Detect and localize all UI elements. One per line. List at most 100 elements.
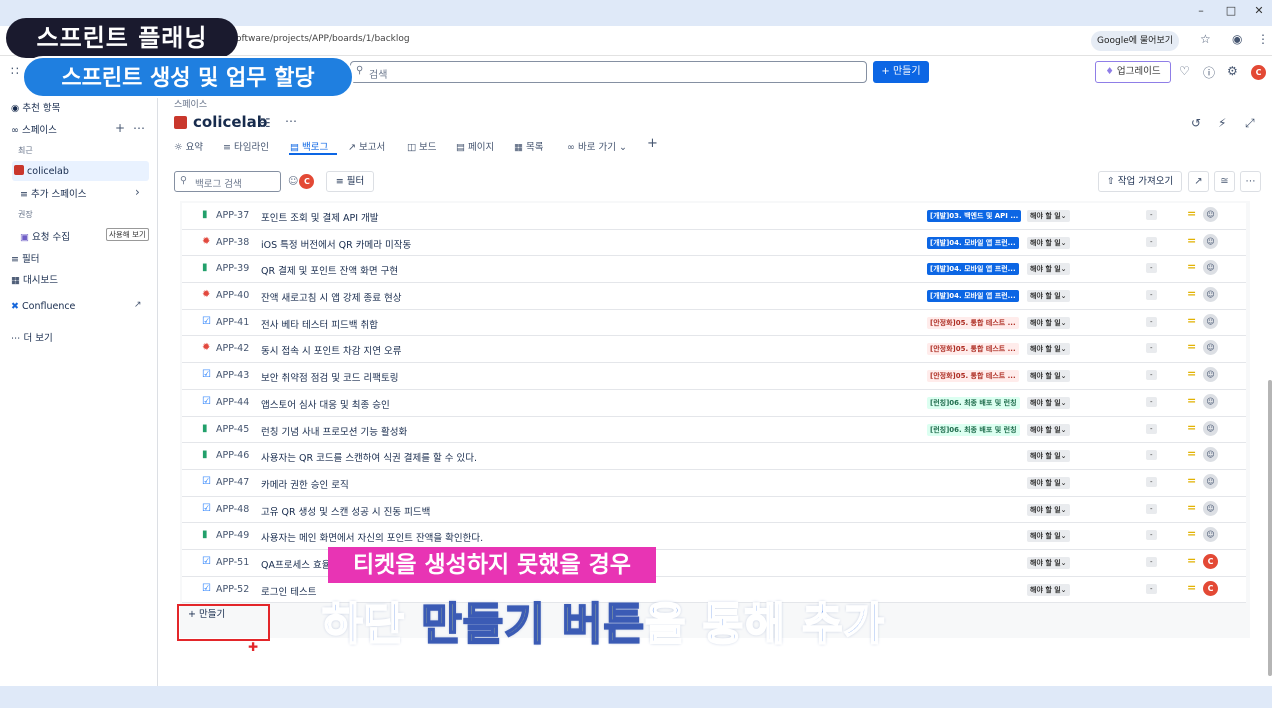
- priority-medium-icon[interactable]: =: [1187, 234, 1196, 247]
- table-row[interactable]: ▮ APP-45 런칭 기념 사내 프로모션 기능 활성화 [런칭]06. 최종 배포…: [182, 416, 1246, 444]
- story-points[interactable]: -: [1146, 583, 1157, 594]
- table-row[interactable]: ✹ APP-38 iOS 특정 버전에서 QR 카메라 미작동 [개발]04. 모바일…: [182, 229, 1246, 257]
- maximize-icon[interactable]: □: [1220, 4, 1242, 17]
- issue-summary[interactable]: 포인트 조회 및 결제 API 개발: [261, 210, 379, 224]
- more-options-button[interactable]: ⋯: [1240, 171, 1261, 192]
- epic-lozenge[interactable]: [개발]04. 모바일 앱 프런...: [927, 263, 1019, 276]
- story-points[interactable]: -: [1146, 290, 1157, 301]
- unassigned-user-icon[interactable]: ☺: [1203, 233, 1218, 249]
- unassigned-user-icon[interactable]: ☺: [1203, 527, 1218, 543]
- unassigned-user-icon[interactable]: ☺: [1203, 473, 1218, 489]
- epic-lozenge[interactable]: [개발]04. 모바일 앱 프런...: [927, 290, 1019, 303]
- status-dropdown[interactable]: 해야 할 일⌄: [1027, 583, 1070, 596]
- unassigned-user-icon[interactable]: ☺: [1203, 207, 1218, 222]
- issue-key[interactable]: APP-44: [216, 397, 249, 408]
- project-more-icon[interactable]: ⋯: [285, 114, 297, 128]
- issue-key[interactable]: APP-51: [216, 557, 249, 568]
- story-points[interactable]: -: [1146, 236, 1157, 247]
- table-row[interactable]: ▮ APP-46 사용자는 QR 코드를 스캔하여 식권 결제를 할 수 있다. 해야…: [182, 443, 1246, 470]
- story-points[interactable]: -: [1146, 210, 1157, 220]
- help-icon[interactable]: ⓘ: [1203, 64, 1215, 81]
- tab-summary[interactable]: ☼ 요약: [174, 139, 203, 153]
- issue-key[interactable]: APP-52: [216, 584, 249, 595]
- minimize-icon[interactable]: –: [1190, 4, 1212, 17]
- import-work-button[interactable]: ⇧ 작업 가져오기: [1098, 171, 1182, 192]
- upgrade-button[interactable]: ♦ 업그레이드: [1095, 61, 1171, 83]
- epic-lozenge[interactable]: [런칭]06. 최종 배포 및 런칭: [927, 423, 1020, 436]
- assignee-avatar[interactable]: C: [1203, 580, 1218, 596]
- issue-summary[interactable]: QA프로세스 효율: [261, 557, 330, 571]
- assignee-avatar[interactable]: C: [1203, 553, 1218, 569]
- epic-lozenge[interactable]: [안정화]05. 통합 테스트 ...: [927, 370, 1019, 383]
- settings-gear-icon[interactable]: ⚙: [1227, 64, 1238, 78]
- issue-key[interactable]: APP-42: [216, 343, 249, 354]
- priority-medium-icon[interactable]: =: [1187, 367, 1196, 380]
- chevron-right-icon[interactable]: ›: [135, 185, 140, 199]
- status-dropdown[interactable]: 해야 할 일⌄: [1027, 396, 1070, 409]
- story-points[interactable]: -: [1146, 556, 1157, 567]
- story-points[interactable]: -: [1146, 423, 1157, 434]
- status-dropdown[interactable]: 해야 할 일⌄: [1027, 236, 1070, 249]
- issue-summary[interactable]: 잔액 새로고침 시 앱 강제 종료 현상: [261, 290, 401, 304]
- sidebar-item-more[interactable]: ⋯ 더 보기: [11, 330, 53, 344]
- add-tab-icon[interactable]: +: [647, 136, 658, 151]
- table-row[interactable]: ▮ APP-39 QR 결제 및 포인트 잔액 화면 구현 [개발]04. 모바일 앱…: [182, 256, 1246, 284]
- status-dropdown[interactable]: 해야 할 일⌄: [1027, 450, 1070, 463]
- status-dropdown[interactable]: 해야 할 일⌄: [1027, 370, 1070, 383]
- status-dropdown[interactable]: 해야 할 일⌄: [1027, 530, 1070, 543]
- tab-list[interactable]: ▦ 목록: [514, 139, 544, 153]
- table-row[interactable]: ✹ APP-42 동시 접속 시 포인트 차감 지연 오류 [안정화]05. 통합 테…: [182, 336, 1246, 364]
- unassigned-user-icon[interactable]: ☺: [1203, 420, 1218, 436]
- story-points[interactable]: -: [1146, 263, 1157, 274]
- issue-summary[interactable]: 사용자는 QR 코드를 스캔하여 식권 결제를 할 수 있다.: [261, 450, 477, 464]
- more-actions-icon[interactable]: ⋯: [133, 121, 145, 135]
- priority-medium-icon[interactable]: =: [1187, 581, 1196, 594]
- table-row[interactable]: ☑ APP-48 고유 QR 생성 및 스캔 성공 시 진동 피드백 해야 할 일⌄ -…: [182, 496, 1246, 524]
- priority-medium-icon[interactable]: =: [1187, 501, 1196, 514]
- issue-summary[interactable]: 고유 QR 생성 및 스캔 성공 시 진동 피드백: [261, 504, 430, 518]
- view-settings-button[interactable]: ≅: [1214, 171, 1235, 192]
- table-row[interactable]: ☑ APP-44 앱스토어 심사 대응 및 최종 승인 [런칭]06. 최종 배포 및…: [182, 389, 1246, 417]
- priority-medium-icon[interactable]: =: [1187, 447, 1196, 460]
- url-text[interactable]: oftware/projects/APP/boards/1/backlog: [236, 34, 410, 44]
- priority-medium-icon[interactable]: =: [1187, 421, 1196, 434]
- issue-summary[interactable]: QR 결제 및 포인트 잔액 화면 구현: [261, 263, 398, 277]
- tab-timeline[interactable]: ≡ 타임라인: [223, 139, 269, 153]
- table-row[interactable]: ☑ APP-47 카메라 권한 승인 로직 해야 할 일⌄ - = ☺: [182, 469, 1246, 497]
- issue-key[interactable]: APP-45: [216, 424, 249, 435]
- backlog-search-input[interactable]: ⚲ 백로그 검색: [174, 171, 281, 192]
- user-avatar[interactable]: C: [1251, 65, 1266, 80]
- epic-lozenge[interactable]: [개발]04. 모바일 앱 프런...: [927, 236, 1019, 249]
- priority-medium-icon[interactable]: =: [1187, 287, 1196, 300]
- story-points[interactable]: -: [1146, 396, 1157, 407]
- priority-medium-icon[interactable]: =: [1187, 314, 1196, 327]
- issue-summary[interactable]: 동시 접속 시 포인트 차감 지연 오류: [261, 343, 401, 357]
- status-dropdown[interactable]: 해야 할 일⌄: [1027, 316, 1070, 329]
- unassigned-user-icon[interactable]: ☺: [1203, 367, 1218, 383]
- unassigned-user-icon[interactable]: ☺: [1203, 393, 1218, 409]
- issue-key[interactable]: APP-48: [216, 504, 249, 515]
- epic-lozenge[interactable]: [개발]03. 백엔드 및 API ...: [927, 210, 1021, 222]
- browser-menu-icon[interactable]: ⋮: [1257, 32, 1269, 46]
- app-switcher-icon[interactable]: ∷: [11, 64, 19, 78]
- priority-medium-icon[interactable]: =: [1187, 554, 1196, 567]
- status-dropdown[interactable]: 해야 할 일⌄: [1027, 343, 1070, 356]
- fullscreen-icon[interactable]: ⤢: [1245, 116, 1255, 131]
- table-row[interactable]: ☑ APP-41 전사 베타 테스터 피드백 취합 [안정화]05. 통합 테스트 .…: [182, 309, 1246, 337]
- sidebar-item-dashboards[interactable]: ▦ 대시보드: [11, 272, 58, 286]
- status-dropdown[interactable]: 해야 할 일⌄: [1027, 290, 1070, 303]
- epic-lozenge[interactable]: [안정화]05. 통합 테스트 ...: [927, 316, 1019, 329]
- epic-lozenge[interactable]: [런칭]06. 최종 배포 및 런칭: [927, 396, 1020, 409]
- close-icon[interactable]: ✕: [1248, 4, 1270, 17]
- issue-summary[interactable]: 앱스토어 심사 대응 및 최종 승인: [261, 397, 390, 411]
- status-dropdown[interactable]: 해야 할 일⌄: [1027, 503, 1070, 516]
- priority-medium-icon[interactable]: =: [1187, 527, 1196, 540]
- google-ask-chip[interactable]: Google에 물어보기: [1091, 31, 1179, 51]
- try-tag[interactable]: 사용해 보기: [106, 228, 149, 241]
- story-points[interactable]: -: [1146, 476, 1157, 487]
- table-row[interactable]: ▮ APP-37 포인트 조회 및 결제 API 개발 [개발]03. 백엔드 및 A…: [182, 203, 1246, 230]
- story-points[interactable]: -: [1146, 343, 1157, 354]
- status-dropdown[interactable]: 해야 할 일⌄: [1027, 263, 1070, 276]
- issue-summary[interactable]: 런칭 기념 사내 프로모션 기능 활성화: [261, 424, 407, 438]
- priority-medium-icon[interactable]: =: [1187, 340, 1196, 353]
